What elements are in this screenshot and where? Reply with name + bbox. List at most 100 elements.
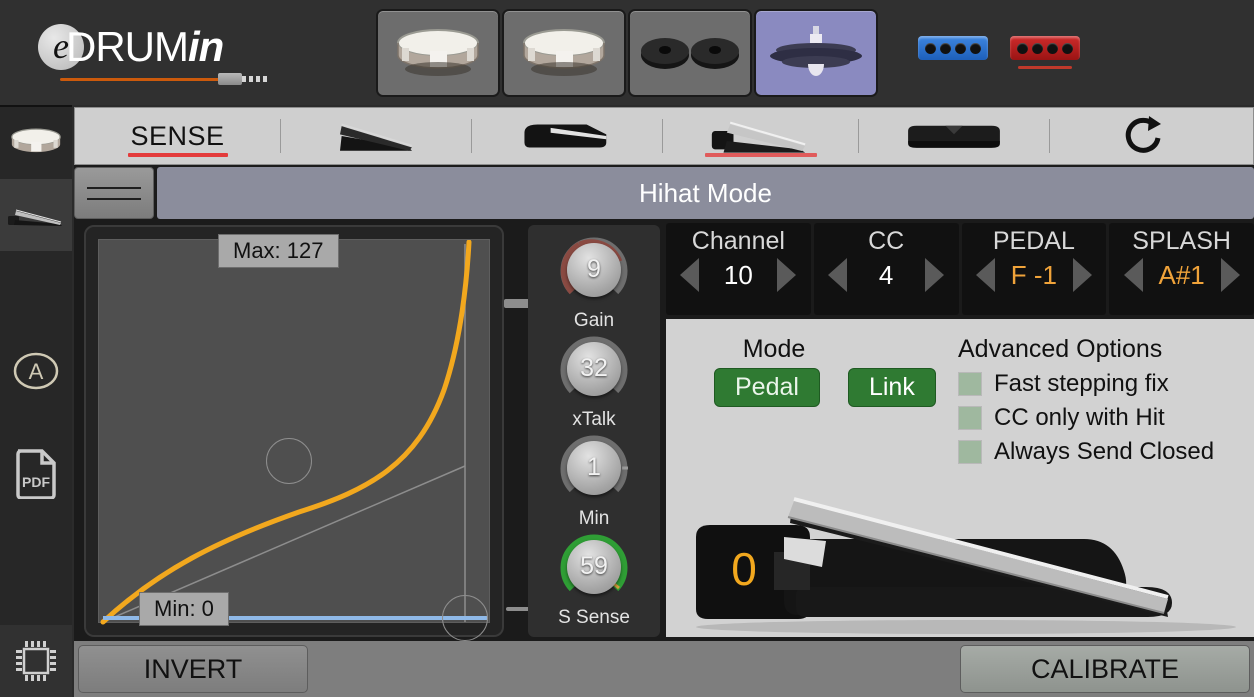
pedal-hihat-icon	[711, 121, 805, 153]
slot-cymbals[interactable]	[628, 9, 752, 97]
param-cc-value[interactable]: 4	[855, 260, 917, 291]
chip-icon	[16, 641, 56, 681]
checkbox-cc-only-with-hit[interactable]	[958, 406, 982, 430]
knob-min-value: 1	[567, 440, 621, 495]
jack-port	[1062, 42, 1073, 54]
checkbox-fast-stepping-fix[interactable]	[958, 372, 982, 396]
mode-link-button[interactable]: Link	[847, 368, 936, 407]
logo-word-main: DRUM	[66, 23, 189, 70]
circle-a-icon: A	[13, 352, 59, 390]
knob-s-sense[interactable]: 59 S Sense	[558, 531, 630, 629]
mode-group: Mode Pedal Link	[714, 335, 936, 407]
knob-gain-value: 9	[567, 242, 621, 297]
knob-gain-dial[interactable]: 9	[558, 234, 630, 306]
knob-min[interactable]: 1 Min	[558, 432, 630, 530]
option-always-send-closed[interactable]: Always Send Closed	[958, 438, 1214, 466]
jack-block-red[interactable]	[1010, 36, 1080, 69]
main-panel: SENSE Hihat Mode Max: 127 Min: 0 9 Gain …	[74, 107, 1254, 697]
param-splash: SPLASH A#1	[1109, 223, 1254, 315]
curve-shape-handle[interactable]	[266, 438, 312, 484]
sidebar-item-pdf[interactable]: PDF	[0, 437, 72, 509]
jack-port	[1047, 42, 1058, 54]
option-label: CC only with Hit	[994, 404, 1165, 431]
knob-gain-label: Gain	[573, 309, 615, 331]
advanced-options-group: Advanced Options Fast stepping fix CC on…	[958, 335, 1214, 466]
tab-pedal-hihat[interactable]	[663, 107, 858, 165]
menu-button[interactable]	[74, 167, 154, 219]
pedal-flat-icon	[340, 123, 413, 151]
param-splash-decrement[interactable]	[1123, 258, 1143, 292]
hihat-mode-bar: Hihat Mode	[74, 167, 1254, 219]
tab-sense-label: SENSE	[130, 120, 225, 151]
curve-end-handle[interactable]	[442, 595, 488, 641]
slot-hihat[interactable]	[754, 9, 878, 97]
curve-graph-panel: Max: 127 Min: 0	[84, 225, 536, 641]
tab-refresh[interactable]	[1050, 107, 1235, 165]
option-label: Always Send Closed	[994, 438, 1215, 465]
snare-drum-icon	[397, 29, 479, 76]
mode-group-label: Mode	[742, 335, 806, 363]
param-cc-decrement[interactable]	[828, 258, 848, 292]
knob-min-dial[interactable]: 1	[558, 432, 630, 504]
invert-button[interactable]: INVERT	[78, 645, 308, 693]
pedal-position-value: 0	[731, 543, 757, 595]
jack-active-underline	[1018, 66, 1072, 69]
hihat-mode-title-label: Hihat Mode	[639, 177, 772, 208]
param-pedal-label: PEDAL	[992, 227, 1075, 255]
hihat-mode-title: Hihat Mode	[157, 167, 1254, 219]
option-label: Fast stepping fix	[994, 370, 1169, 397]
curve-plot[interactable]: Max: 127 Min: 0	[98, 234, 490, 641]
param-pedal-increment[interactable]	[1072, 258, 1092, 292]
min-value-tag[interactable]: Min: 0	[139, 592, 229, 626]
slot-drum-2[interactable]	[502, 9, 626, 97]
jack-port	[955, 42, 966, 54]
param-splash-value[interactable]: A#1	[1151, 260, 1213, 291]
logo-cable-pins	[242, 76, 268, 82]
param-cc-increment[interactable]	[925, 258, 945, 292]
jack-block-blue[interactable]	[918, 36, 988, 60]
max-value-tag[interactable]: Max: 127	[218, 234, 339, 268]
parameter-row: Channel 10 CC 4 PEDAL F -1 SPLASH A#1	[666, 223, 1254, 315]
pedal-wedge-icon	[524, 124, 607, 148]
pdf-icon: PDF	[16, 449, 56, 499]
jack-port	[1017, 42, 1028, 54]
curve-plot-svg	[100, 240, 487, 625]
option-fast-stepping-fix[interactable]: Fast stepping fix	[958, 370, 1214, 398]
advanced-options-label: Advanced Options	[958, 335, 1163, 363]
knob-xtalk[interactable]: 32 xTalk	[558, 333, 630, 431]
snare-drum-icon	[523, 29, 605, 76]
sidebar-item-drum[interactable]	[0, 107, 72, 179]
param-splash-increment[interactable]	[1220, 258, 1240, 292]
calibrate-button[interactable]: CALIBRATE	[960, 645, 1250, 693]
sidebar-item-firmware[interactable]	[0, 625, 72, 697]
sidebar-item-about[interactable]: A	[0, 335, 72, 407]
knob-min-label: Min	[578, 507, 610, 529]
knob-s-sense-dial[interactable]: 59	[558, 531, 630, 603]
knob-xtalk-label: xTalk	[572, 408, 616, 430]
param-pedal-decrement[interactable]	[975, 258, 995, 292]
knob-xtalk-dial[interactable]: 32	[558, 333, 630, 405]
knob-gain[interactable]: 9 Gain	[558, 234, 630, 332]
bottom-bar: INVERT CALIBRATE	[74, 641, 1254, 697]
mode-pedal-button[interactable]: Pedal	[714, 368, 820, 407]
mode-button-row: Pedal Link	[714, 368, 936, 407]
param-pedal-value[interactable]: F -1	[1003, 260, 1065, 291]
tab-sense[interactable]: SENSE	[75, 107, 280, 165]
slot-drum-1[interactable]	[376, 9, 500, 97]
pedal-switch-icon	[908, 125, 1000, 148]
checkbox-always-send-closed[interactable]	[958, 440, 982, 464]
tab-pedal-wedge[interactable]	[472, 107, 662, 165]
option-cc-only-with-hit[interactable]: CC only with Hit	[958, 404, 1214, 432]
param-channel-increment[interactable]	[777, 258, 797, 292]
tab-pedal-switch[interactable]	[859, 107, 1049, 165]
tab-pedal-flat[interactable]	[281, 107, 471, 165]
param-channel-value[interactable]: 10	[707, 260, 769, 291]
app-logo: e DRUMin	[18, 16, 268, 88]
param-channel-decrement[interactable]	[680, 258, 700, 292]
tab-active-underline	[704, 153, 817, 157]
device-slot-bar	[376, 9, 878, 97]
options-pane: Mode Pedal Link Advanced Options Fast st…	[666, 319, 1254, 637]
param-pedal: PEDAL F -1	[961, 223, 1107, 315]
sidebar-item-pedal[interactable]	[0, 179, 72, 251]
